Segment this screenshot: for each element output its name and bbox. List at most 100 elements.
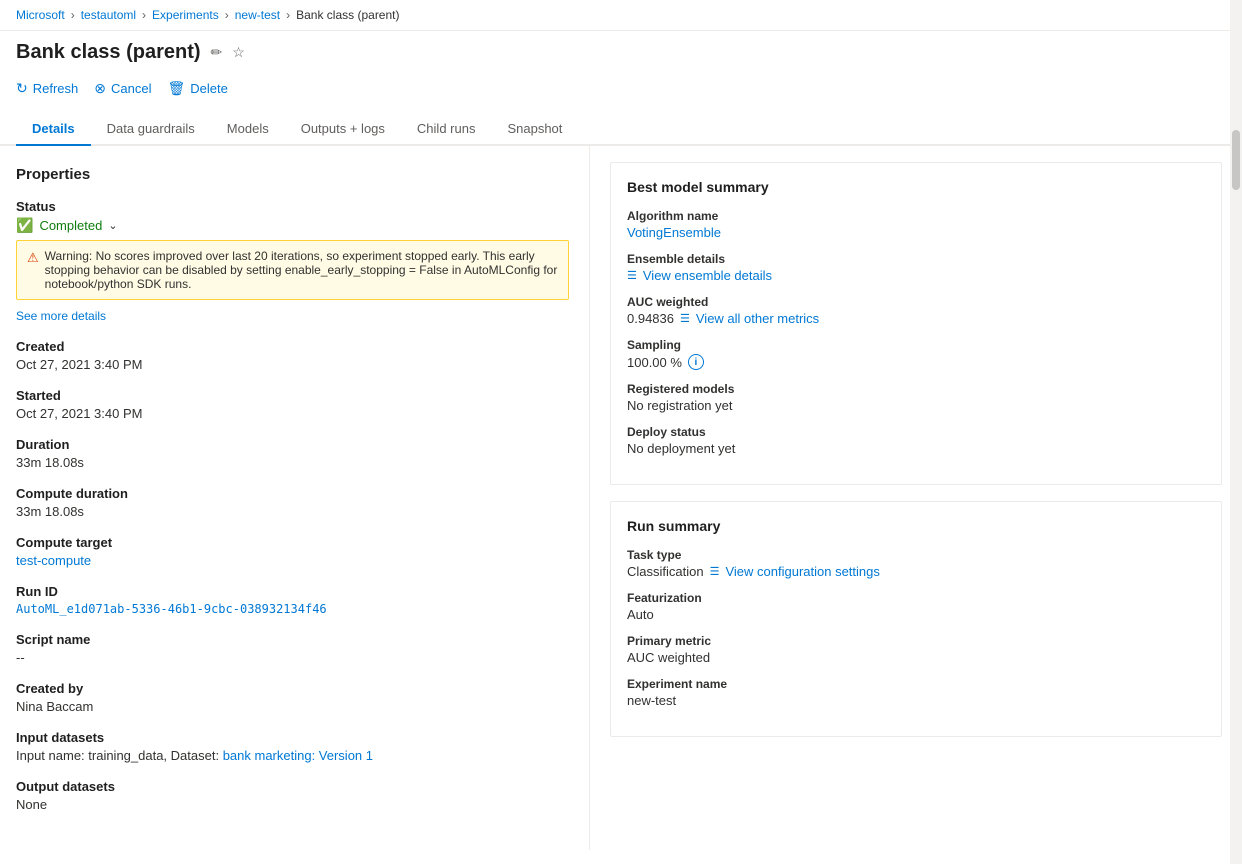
tab-details[interactable]: Details (16, 113, 91, 146)
experiment-name-row: Experiment name new-test (627, 677, 1205, 708)
refresh-button[interactable]: ↻ Refresh (16, 76, 78, 101)
created-label: Created (16, 339, 569, 354)
script-name-value: -- (16, 650, 569, 665)
view-all-metrics-link[interactable]: View all other metrics (696, 311, 819, 326)
tab-data-guardrails[interactable]: Data guardrails (91, 113, 211, 146)
algorithm-name-label: Algorithm name (627, 209, 1205, 223)
created-by-label: Created by (16, 681, 569, 696)
sampling-label: Sampling (627, 338, 1205, 352)
auc-weighted-label: AUC weighted (627, 295, 1205, 309)
algorithm-name-link[interactable]: VotingEnsemble (627, 225, 721, 240)
edit-icon[interactable]: ✏ (211, 44, 223, 61)
status-row: ✅ Completed ⌄ (16, 217, 569, 234)
created-by-group: Created by Nina Baccam (16, 681, 569, 714)
duration-value: 33m 18.08s (16, 455, 569, 470)
task-type-label: Task type (627, 548, 1205, 562)
run-id-value: AutoML_e1d071ab-5336-46b1-9cbc-038932134… (16, 602, 569, 616)
registered-models-value: No registration yet (627, 398, 1205, 413)
warning-box: ⚠ Warning: No scores improved over last … (16, 240, 569, 300)
task-type-row: Task type Classification ☰ View configur… (627, 548, 1205, 579)
script-name-label: Script name (16, 632, 569, 647)
page-title-bar: Bank class (parent) ✏ ☆ (0, 31, 1242, 70)
input-dataset-link[interactable]: bank marketing: Version 1 (223, 748, 373, 763)
tab-models[interactable]: Models (211, 113, 285, 146)
algorithm-name-row: Algorithm name VotingEnsemble (627, 209, 1205, 240)
best-model-title: Best model summary (627, 179, 1205, 195)
delete-icon: 🗑 (167, 80, 185, 97)
script-name-group: Script name -- (16, 632, 569, 665)
experiment-name-value: new-test (627, 693, 1205, 708)
deploy-status-label: Deploy status (627, 425, 1205, 439)
primary-metric-label: Primary metric (627, 634, 1205, 648)
run-summary-title: Run summary (627, 518, 1205, 534)
sampling-number: 100.00 % (627, 355, 682, 370)
breadcrumb-new-test[interactable]: new-test (235, 8, 280, 22)
input-datasets-value: Input name: training_data, Dataset: bank… (16, 748, 569, 763)
compute-target-label: Compute target (16, 535, 569, 550)
tab-child-runs[interactable]: Child runs (401, 113, 492, 146)
ensemble-icon: ☰ (627, 269, 637, 282)
properties-title: Properties (16, 166, 569, 183)
output-datasets-value: None (16, 797, 569, 812)
breadcrumb-experiments[interactable]: Experiments (152, 8, 219, 22)
compute-duration-label: Compute duration (16, 486, 569, 501)
created-value: Oct 27, 2021 3:40 PM (16, 357, 569, 372)
page-title: Bank class (parent) (16, 41, 201, 64)
right-panel: Best model summary Algorithm name Voting… (590, 146, 1242, 850)
sampling-info-icon[interactable]: i (688, 354, 704, 370)
scrollbar-thumb[interactable] (1232, 130, 1240, 190)
run-id-label: Run ID (16, 584, 569, 599)
best-model-summary-card: Best model summary Algorithm name Voting… (610, 162, 1222, 485)
deploy-status-row: Deploy status No deployment yet (627, 425, 1205, 456)
deploy-status-value: No deployment yet (627, 441, 1205, 456)
tab-snapshot[interactable]: Snapshot (491, 113, 578, 146)
started-group: Started Oct 27, 2021 3:40 PM (16, 388, 569, 421)
cancel-button[interactable]: ⊗ Cancel (94, 76, 151, 101)
created-group: Created Oct 27, 2021 3:40 PM (16, 339, 569, 372)
input-datasets-label: Input datasets (16, 730, 569, 745)
primary-metric-value: AUC weighted (627, 650, 1205, 665)
started-label: Started (16, 388, 569, 403)
sampling-value: 100.00 % i (627, 354, 1205, 370)
view-config-link[interactable]: View configuration settings (725, 564, 879, 579)
auc-number: 0.94836 (627, 311, 674, 326)
tabs: Details Data guardrails Models Outputs +… (0, 105, 1242, 146)
warning-text: Warning: No scores improved over last 20… (45, 249, 558, 291)
output-datasets-label: Output datasets (16, 779, 569, 794)
run-summary-card: Run summary Task type Classification ☰ V… (610, 501, 1222, 737)
auc-weighted-row: AUC weighted 0.94836 ☰ View all other me… (627, 295, 1205, 326)
breadcrumb-testautoml[interactable]: testautoml (81, 8, 136, 22)
status-check-icon: ✅ (16, 217, 33, 234)
ensemble-details-link[interactable]: View ensemble details (643, 268, 772, 283)
see-more-link[interactable]: See more details (16, 309, 106, 323)
started-value: Oct 27, 2021 3:40 PM (16, 406, 569, 421)
auc-weighted-value: 0.94836 ☰ View all other metrics (627, 311, 1205, 326)
ensemble-details-row: Ensemble details ☰ View ensemble details (627, 252, 1205, 283)
status-label: Status (16, 199, 569, 214)
properties-panel: Properties Status ✅ Completed ⌄ ⚠ Warnin… (0, 146, 590, 850)
ensemble-details-value: ☰ View ensemble details (627, 268, 1205, 283)
status-dropdown-icon[interactable]: ⌄ (108, 219, 117, 232)
status-group: Status ✅ Completed ⌄ ⚠ Warning: No score… (16, 199, 569, 323)
status-value: Completed (39, 218, 102, 233)
duration-group: Duration 33m 18.08s (16, 437, 569, 470)
output-datasets-group: Output datasets None (16, 779, 569, 812)
breadcrumb-microsoft[interactable]: Microsoft (16, 8, 65, 22)
star-icon[interactable]: ☆ (232, 44, 245, 61)
primary-metric-row: Primary metric AUC weighted (627, 634, 1205, 665)
featurization-label: Featurization (627, 591, 1205, 605)
registered-models-label: Registered models (627, 382, 1205, 396)
input-prefix: Input name: training_data, Dataset: (16, 748, 223, 763)
task-type-text: Classification (627, 564, 704, 579)
input-datasets-group: Input datasets Input name: training_data… (16, 730, 569, 763)
toolbar: ↻ Refresh ⊗ Cancel 🗑 Delete (0, 70, 1242, 101)
compute-target-value[interactable]: test-compute (16, 553, 91, 568)
run-id-group: Run ID AutoML_e1d071ab-5336-46b1-9cbc-03… (16, 584, 569, 616)
scrollbar-track (1230, 0, 1242, 864)
metrics-icon: ☰ (680, 312, 690, 325)
delete-button[interactable]: 🗑 Delete (167, 76, 227, 101)
ensemble-details-label: Ensemble details (627, 252, 1205, 266)
created-by-value: Nina Baccam (16, 699, 569, 714)
refresh-icon: ↻ (16, 80, 28, 97)
tab-outputs-logs[interactable]: Outputs + logs (285, 113, 401, 146)
